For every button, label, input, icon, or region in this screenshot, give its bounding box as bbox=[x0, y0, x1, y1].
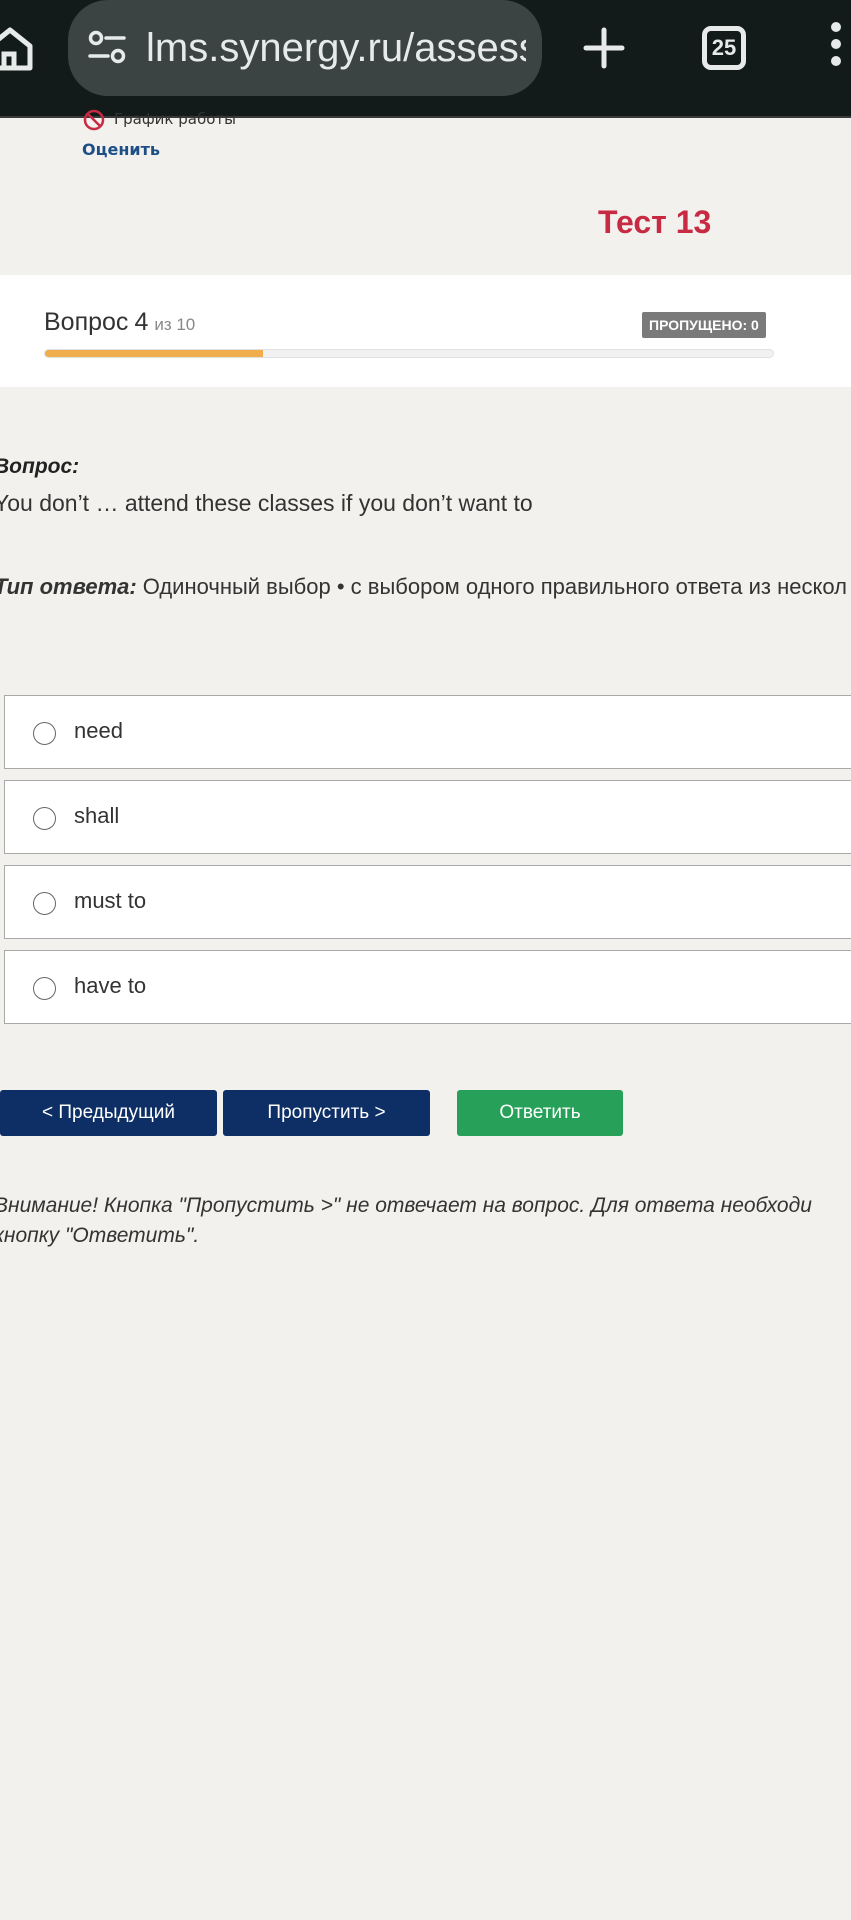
previous-button[interactable]: < Предыдущий bbox=[0, 1090, 217, 1136]
question-counter: Вопрос 4 из 10 bbox=[44, 308, 195, 337]
question-heading: Вопрос: bbox=[0, 455, 80, 478]
warning-note-line-1: Внимание! Кнопка "Пропустить >" не отвеч… bbox=[0, 1194, 812, 1217]
warning-note: Внимание! Кнопка "Пропустить >" не отвеч… bbox=[0, 1191, 851, 1251]
radio-button[interactable] bbox=[33, 892, 56, 915]
radio-button[interactable] bbox=[33, 807, 56, 830]
schedule-link[interactable]: График работы bbox=[82, 108, 282, 134]
home-icon[interactable] bbox=[0, 24, 34, 72]
no-entry-icon bbox=[82, 108, 106, 132]
warning-note-line-2: кнопку "Ответить". bbox=[0, 1224, 200, 1247]
test-title: Тест 13 bbox=[598, 204, 712, 240]
radio-button[interactable] bbox=[33, 977, 56, 1000]
answer-type-value: Одиночный выбор • с выбором одного прави… bbox=[142, 574, 847, 599]
answer-option-shall[interactable]: shall bbox=[4, 780, 851, 854]
question-total: из 10 bbox=[154, 315, 196, 334]
rate-link[interactable]: Оценить bbox=[82, 140, 160, 159]
url-text[interactable]: lms.synergy.ru/assess bbox=[146, 22, 526, 74]
answer-option-have-to[interactable]: have to bbox=[4, 950, 851, 1024]
more-menu-icon[interactable] bbox=[828, 22, 844, 78]
browser-toolbar: lms.synergy.ru/assess 25 bbox=[0, 0, 851, 118]
tab-switcher-button[interactable]: 25 bbox=[702, 26, 746, 70]
answer-type: Тип ответа: Одиночный выбор • с выбором о… bbox=[0, 574, 851, 600]
progress-bar bbox=[44, 349, 774, 358]
answer-type-label: Тип ответа: bbox=[0, 574, 137, 599]
option-label: shall bbox=[74, 803, 120, 828]
skipped-badge: ПРОПУЩЕНО: 0 bbox=[642, 312, 766, 338]
option-label: need bbox=[74, 718, 123, 743]
option-label: must to bbox=[74, 888, 147, 913]
site-settings-icon[interactable] bbox=[88, 30, 126, 64]
answer-button[interactable]: Ответить bbox=[457, 1090, 623, 1136]
answer-option-must-to[interactable]: must to bbox=[4, 865, 851, 939]
answer-option-need[interactable]: need bbox=[4, 695, 851, 769]
current-question-number: 4 bbox=[134, 308, 149, 336]
schedule-label: График работы bbox=[114, 110, 236, 128]
question-word: Вопрос bbox=[44, 308, 129, 336]
progress-bar-fill bbox=[45, 350, 264, 357]
radio-button[interactable] bbox=[33, 722, 56, 745]
progress-panel: Вопрос 4 из 10 ПРОПУЩЕНО: 0 bbox=[0, 275, 851, 387]
new-tab-icon[interactable] bbox=[580, 24, 628, 72]
option-label: have to bbox=[74, 973, 147, 998]
question-text: You don’t … attend these classes if you … bbox=[0, 490, 533, 516]
answer-options: need shall must to have to bbox=[4, 695, 851, 1035]
address-bar[interactable]: lms.synergy.ru/assess bbox=[68, 0, 542, 96]
skip-button[interactable]: Пропустить > bbox=[223, 1090, 430, 1136]
